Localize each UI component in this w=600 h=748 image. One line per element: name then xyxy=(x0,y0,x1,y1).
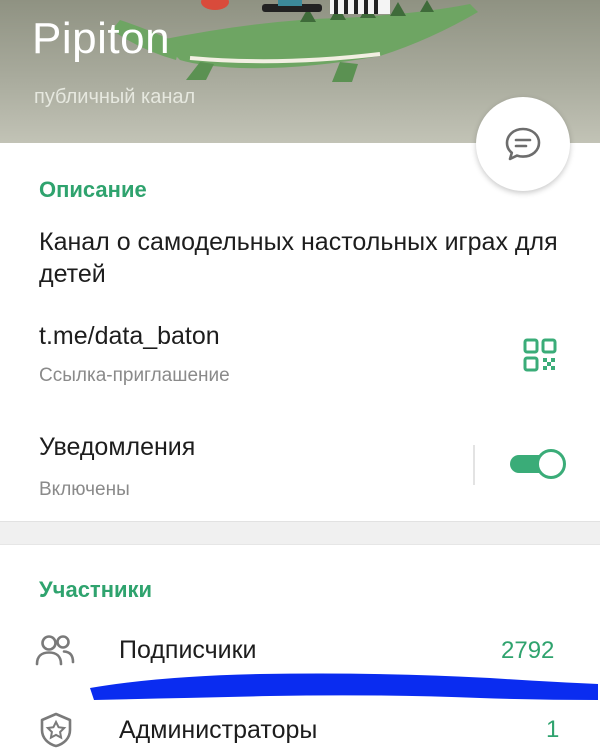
description-section-title: Описание xyxy=(39,177,147,202)
channel-subtitle: публичный канал xyxy=(34,86,196,108)
vertical-divider xyxy=(473,445,475,485)
qr-code-icon[interactable] xyxy=(523,338,557,372)
blue-scribble-mark xyxy=(90,673,598,700)
invite-link[interactable]: t.me/data_baton xyxy=(39,320,220,352)
channel-title: Pipiton xyxy=(32,14,171,63)
discussion-button[interactable] xyxy=(476,97,570,191)
toggle-knob xyxy=(536,449,566,479)
notifications-title: Уведомления xyxy=(39,433,196,461)
admin-shield-icon xyxy=(40,712,72,748)
users-icon xyxy=(35,635,75,666)
chat-bubble-icon xyxy=(505,127,541,161)
section-separator xyxy=(0,521,600,545)
notifications-toggle[interactable] xyxy=(508,447,566,481)
invite-link-label: Ссылка-приглашение xyxy=(39,365,230,386)
members-section-title: Участники xyxy=(39,577,153,602)
description-text: Канал о самодельных настольных играх для… xyxy=(39,228,558,288)
notifications-status: Включены xyxy=(39,479,130,500)
admins-label: Администраторы xyxy=(119,716,318,744)
admins-count: 1 xyxy=(546,716,560,743)
